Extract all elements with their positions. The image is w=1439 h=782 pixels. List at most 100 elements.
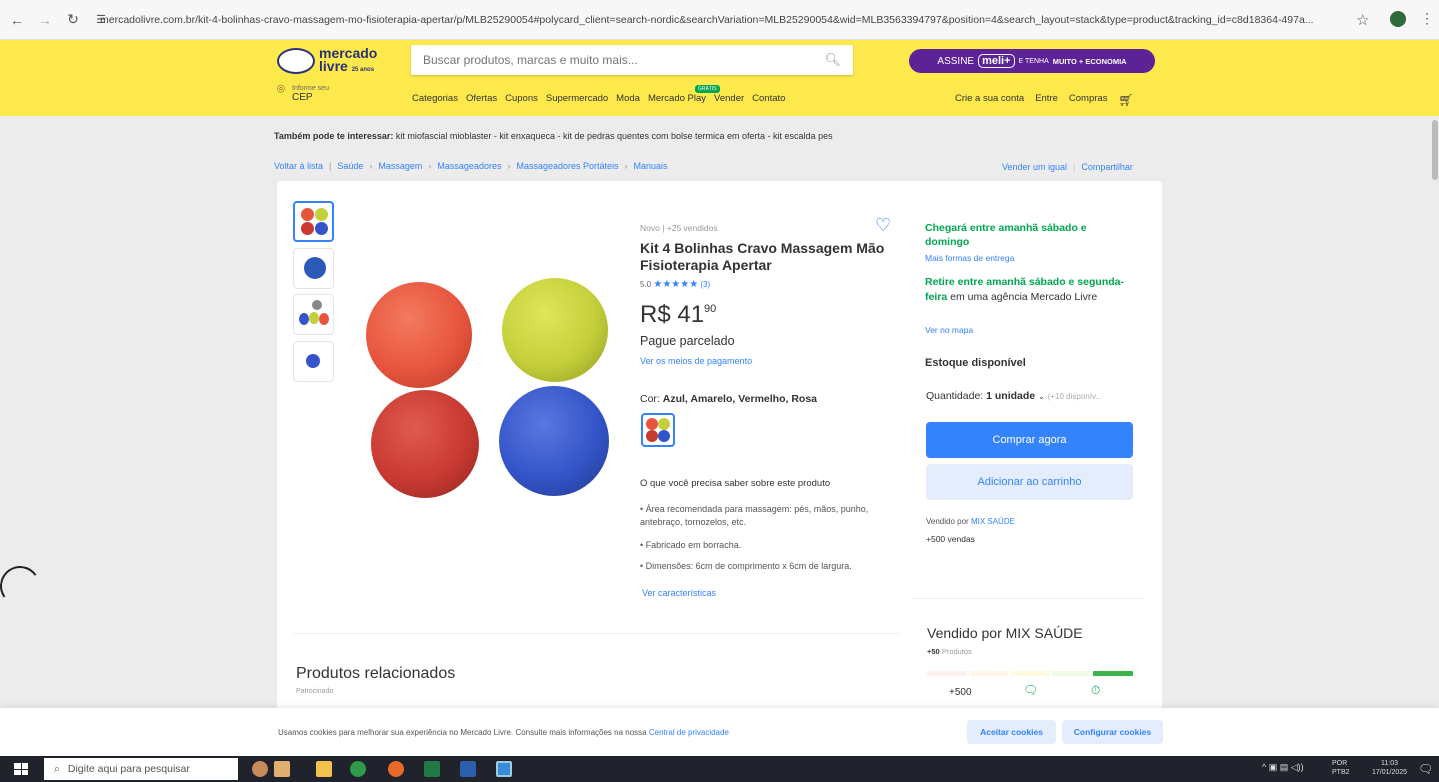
excel-icon[interactable] (424, 761, 440, 777)
pickup-info: Retire entre amanhã sábado e segunda-fei… (925, 275, 1130, 305)
search-icon[interactable]: 🔍︎ (824, 52, 841, 68)
buy-now-button[interactable]: Comprar agora (926, 422, 1133, 458)
red-orange-ball (366, 282, 472, 388)
nav-cupons[interactable]: Cupons (505, 93, 538, 104)
privacy-center-link[interactable]: Central de privacidade (649, 728, 729, 737)
feature-1: • Área recomendada para massagem: pés, m… (640, 504, 869, 527)
installment-text: Pague parcelado (640, 334, 735, 348)
chevron-down-icon: ⌄ (1038, 392, 1045, 401)
more-shipping-link[interactable]: Mais formas de entrega (925, 253, 1014, 263)
firefox-icon[interactable] (388, 761, 404, 777)
main-nav: Categorias Ofertas Cupons Supermercado M… (412, 93, 785, 104)
purchases-link[interactable]: Compras (1069, 93, 1108, 107)
nav-supermercado[interactable]: Supermercado (546, 93, 608, 104)
seller-sales-metric: +500 (949, 687, 972, 698)
breadcrumb-actions: Vender um igual | Compartilhar (1002, 162, 1133, 172)
reputation-thermometer (927, 671, 1133, 676)
browser-menu-icon[interactable]: ⋮ (1420, 10, 1434, 27)
nav-contato[interactable]: Contato (752, 93, 785, 104)
breadcrumb-massageadores[interactable]: Massageadores (437, 161, 501, 171)
interest-label: Também pode te interessar: (274, 131, 394, 141)
taskbar-search[interactable]: ⌕ Digite aqui para pesquisar (44, 758, 238, 780)
color-label: Cor: Azul, Amarelo, Vermelho, Rosa (640, 393, 818, 405)
cep-line2: CEP (292, 92, 313, 103)
product-card: Novo | +25 vendidos ♡ Kit 4 Bolinhas Cra… (277, 181, 1162, 721)
breadcrumb-portateis[interactable]: Massageadores Portáteis (516, 161, 618, 171)
nav-vender[interactable]: Vender (714, 93, 744, 104)
feature-3: • Dimensões: 6cm de comprimento x 6cm de… (640, 561, 852, 571)
windows-start-icon[interactable] (14, 763, 28, 775)
breadcrumb-manuais[interactable]: Manuais (634, 161, 668, 171)
need-to-know-heading: O que você precisa saber sobre este prod… (640, 478, 831, 489)
mercado-livre-logo[interactable]: mercado livre 25 anos (277, 46, 377, 80)
extension-icon[interactable] (1390, 11, 1406, 27)
breadcrumb-saude[interactable]: Saúde (337, 161, 363, 171)
browser-toolbar: ← → ↻ ☰ mercadolivre.com.br/kit-4-bolinh… (0, 0, 1439, 40)
back-to-list-link[interactable]: Voltar à lista (274, 161, 323, 171)
thumbnail-3[interactable] (293, 294, 334, 335)
accept-cookies-button[interactable]: Aceitar cookies (967, 720, 1056, 744)
blue-ball (499, 386, 609, 496)
rating-count: (3) (700, 280, 711, 289)
quantity-available: (+10 disponív... (1047, 392, 1103, 401)
sell-similar-link[interactable]: Vender um igual (1002, 162, 1067, 172)
taskbar-search-placeholder: Digite aqui para pesquisar (67, 763, 190, 775)
nav-categorias[interactable]: Categorias (412, 93, 458, 104)
create-account-link[interactable]: Crie a sua conta (955, 93, 1024, 107)
share-link[interactable]: Compartilhar (1081, 162, 1133, 172)
promo-text-1: ASSINE (937, 55, 975, 67)
bookmark-star-icon[interactable]: ☆ (1356, 11, 1369, 29)
app-icon[interactable] (496, 761, 512, 777)
rating-stars-icon: ★★★★★ (653, 279, 699, 290)
product-condition: Novo | +25 vendidos (640, 223, 718, 233)
quantity-selector[interactable]: Quantidade: 1 unidade ⌄ (+10 disponív... (926, 390, 1102, 402)
nav-ofertas[interactable]: Ofertas (466, 93, 497, 104)
scrollbar[interactable] (1432, 120, 1438, 180)
interest-links[interactable]: kit miofascial mioblaster - kit enxaquec… (396, 131, 833, 141)
login-link[interactable]: Entre (1035, 93, 1058, 107)
nav-moda[interactable]: Moda (616, 93, 640, 104)
search-box: 🔍︎ (411, 45, 853, 75)
cart-icon[interactable]: 🛒︎ (1118, 93, 1133, 107)
payment-methods-link[interactable]: Ver os meios de pagamento (640, 356, 752, 366)
meli-plus-banner[interactable]: ASSINE meli+ E TENHA MUITO + ECONOMIA (909, 49, 1155, 73)
configure-cookies-button[interactable]: Configurar cookies (1062, 720, 1163, 744)
promo-text-3: MUITO + ECONOMIA (1052, 56, 1127, 66)
product-main-image[interactable] (362, 276, 612, 506)
sponsored-label: Patrocinado (296, 688, 334, 695)
chrome-icon[interactable] (350, 761, 366, 777)
thumbnail-4[interactable] (293, 341, 334, 382)
meli-plus-badge: meli+ (978, 54, 1015, 68)
clock[interactable]: 11:03 17/01/2025 (1372, 759, 1407, 777)
breadcrumb-massagem[interactable]: Massagem (378, 161, 422, 171)
system-tray-icons[interactable]: ^ ▣ ▤ ◁)) (1262, 762, 1304, 773)
seller-sales: +500 vendas (926, 534, 975, 544)
cortana-icon[interactable] (252, 761, 268, 777)
shipping-arrival: Chegará entre amanhã sábado e domingo (925, 222, 1087, 248)
file-explorer-icon[interactable] (316, 761, 332, 777)
add-to-cart-button[interactable]: Adicionar ao carrinho (926, 464, 1133, 500)
reload-icon[interactable]: ↻ (62, 11, 84, 28)
notification-icon[interactable]: 🗨︎ (1418, 762, 1433, 776)
seller-link[interactable]: MIX SAÚDE (971, 517, 1015, 526)
loading-cursor-icon (0, 562, 44, 610)
product-rating[interactable]: 5.0 ★★★★★ (3) (640, 279, 710, 290)
seller-products: +50 Produtos (927, 647, 972, 656)
thumbnail-1[interactable] (293, 201, 334, 242)
back-arrow-icon[interactable]: ← (6, 12, 28, 28)
people-icon[interactable] (274, 761, 290, 777)
site-header: mercado livre 25 anos 🔍︎ ASSINE meli+ E … (0, 40, 1439, 116)
thumbnail-2[interactable] (293, 248, 334, 289)
nav-mercado-play[interactable]: Mercado Play (648, 93, 706, 104)
view-map-link[interactable]: Ver no mapa (925, 325, 973, 335)
color-swatch[interactable] (641, 413, 675, 447)
address-bar[interactable]: mercadolivre.com.br/kit-4-bolinhas-cravo… (100, 14, 1340, 26)
new-badge: GRÁTIS (695, 85, 720, 93)
view-features-link[interactable]: Ver características (642, 588, 716, 598)
forward-arrow-icon[interactable]: → (34, 12, 56, 28)
search-input[interactable] (411, 45, 811, 75)
favorite-heart-icon[interactable]: ♡ (875, 215, 891, 236)
language-indicator[interactable]: POR PTB2 (1332, 759, 1350, 777)
cookie-banner: Usamos cookies para melhorar sua experiê… (0, 708, 1439, 756)
word-icon[interactable] (460, 761, 476, 777)
